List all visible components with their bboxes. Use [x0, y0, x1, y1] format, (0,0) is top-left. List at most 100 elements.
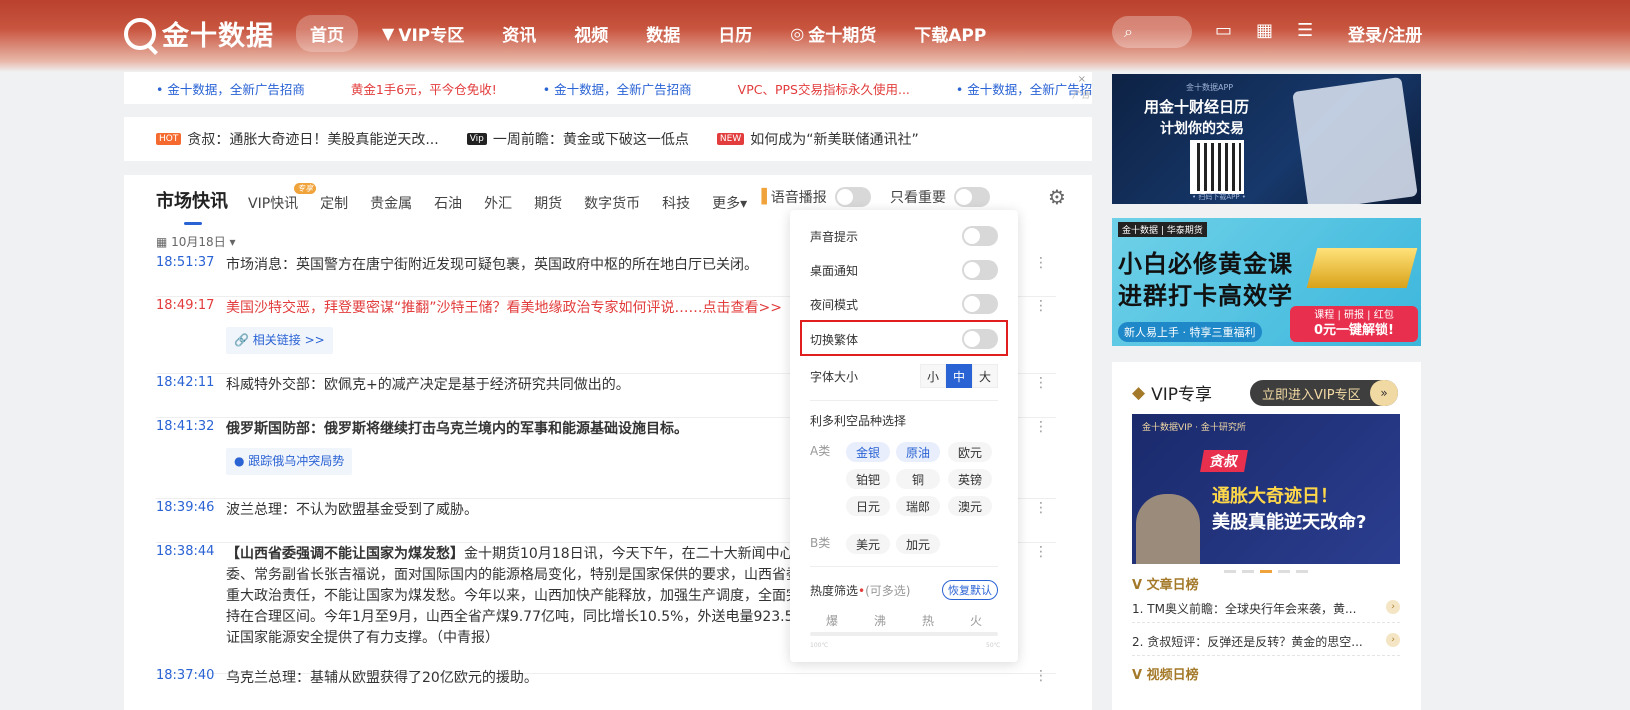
night-toggle[interactable]: [962, 294, 998, 314]
setting-label: 字体大小: [810, 369, 859, 384]
vip-icon: V: [1132, 578, 1147, 593]
tab-precious-metals[interactable]: 贵金属: [370, 193, 412, 213]
hot-badge: HOT: [156, 133, 182, 145]
nav-download[interactable]: 下载APP: [900, 15, 1000, 52]
more-icon[interactable]: ⋮: [1034, 500, 1048, 516]
carousel-dot[interactable]: [1242, 570, 1254, 573]
more-icon[interactable]: ⋮: [1034, 375, 1048, 391]
nav-calendar[interactable]: 日历: [704, 15, 766, 52]
pill-copper[interactable]: 铜: [896, 469, 940, 489]
gold-course-ad[interactable]: 金十数据 | 华泰期货 小白必修黄金课 进群打卡高效学 新人易上手 · 特享三重…: [1112, 218, 1421, 346]
headline-item[interactable]: HOT 贪叔：通胀大奇迹日！美股真能逆天改...: [156, 129, 439, 149]
tab-custom[interactable]: 定制: [320, 193, 348, 213]
size-medium-button[interactable]: 中: [946, 364, 972, 388]
article-rank-item[interactable]: 2. 贪叔短评：反弹还是反转？黄金的思空... ›: [1132, 633, 1400, 650]
ad-link[interactable]: • 金十数据，全新广告招商: [156, 79, 305, 98]
ad-link[interactable]: VPC、PPS交易指标永久使用...: [738, 79, 910, 98]
related-link-chip[interactable]: 🔗 相关链接 >>: [226, 327, 333, 354]
sound-toggle[interactable]: [962, 226, 998, 246]
nav-futures[interactable]: ◎ 金十期货: [776, 15, 890, 52]
tab-more[interactable]: 更多▾: [712, 193, 747, 213]
tab-oil[interactable]: 石油: [434, 193, 462, 213]
tab-crypto[interactable]: 数字货币: [584, 193, 640, 213]
pill-euro[interactable]: 欧元: [948, 442, 992, 462]
pill-platinum[interactable]: 铂钯: [846, 469, 890, 489]
reset-button[interactable]: 恢复默认: [942, 580, 998, 600]
pill-pound[interactable]: 英镑: [948, 469, 992, 489]
nav-news[interactable]: 资讯: [488, 15, 550, 52]
heat-level-fire[interactable]: 火: [970, 612, 982, 629]
pill-yen[interactable]: 日元: [846, 496, 890, 516]
news-time: 18:49:17: [156, 298, 215, 313]
nav-video[interactable]: 视频: [560, 15, 622, 52]
carousel-dot[interactable]: [1224, 570, 1236, 573]
date-selector[interactable]: ▦ 10月18日 ▾: [156, 233, 236, 250]
list-icon[interactable]: ☰: [1297, 20, 1313, 41]
logo-text: 金十数据: [162, 21, 274, 52]
new-badge: NEW: [716, 133, 745, 145]
carousel-dot[interactable]: [1278, 570, 1290, 573]
divider: [1132, 655, 1400, 656]
heat-level-hot[interactable]: 热: [922, 612, 934, 629]
traditional-setting: 切换繁体: [810, 329, 998, 349]
category-tabs: 市场快讯 VIP快讯 专享 定制 贵金属 石油 外汇 期货 数字货币 科技 更多▾: [156, 183, 769, 225]
carousel-dots: [1224, 570, 1308, 573]
article-rank-item[interactable]: 1. TM奥义前瞻：全球央行年会来袭，黄... ›: [1132, 600, 1400, 617]
tab-futures[interactable]: 期货: [534, 193, 562, 213]
enter-vip-button[interactable]: 立即进入VIP专区 »: [1250, 380, 1398, 406]
tv-icon[interactable]: ▭: [1215, 20, 1232, 41]
pill-usd[interactable]: 美元: [846, 534, 890, 554]
more-icon[interactable]: ⋮: [1034, 668, 1048, 684]
headline-item[interactable]: Vip 一周前瞻：黄金或下破这一低点: [466, 129, 689, 149]
video-rank-label: 视频日榜: [1146, 668, 1199, 683]
tab-forex[interactable]: 外汇: [484, 193, 512, 213]
headline-item[interactable]: NEW 如何成为“新美联储通讯社”: [716, 129, 919, 149]
traditional-toggle[interactable]: [962, 329, 998, 349]
more-icon[interactable]: ⋮: [1034, 255, 1048, 271]
banner-author: 贪叔: [1200, 450, 1248, 472]
ad-small-text: 金十数据APP: [1186, 83, 1234, 92]
nav-home[interactable]: 首页: [296, 15, 358, 52]
heat-level-boom[interactable]: 爆: [826, 612, 838, 629]
size-small-button[interactable]: 小: [920, 364, 946, 388]
tab-tech[interactable]: 科技: [662, 193, 690, 213]
grid-icon[interactable]: ▦: [1256, 20, 1273, 41]
pill-franc[interactable]: 瑞郎: [896, 496, 940, 516]
close-icon[interactable]: ×: [1078, 74, 1086, 85]
banner-tag: 金十数据VIP · 金十研究所: [1142, 423, 1246, 433]
pill-crude-oil[interactable]: 原油: [896, 442, 940, 462]
ad-link[interactable]: • 金十数据，全新广告招商: [543, 79, 692, 98]
logo[interactable]: 金十数据: [124, 14, 274, 53]
heat-level-boil[interactable]: 沸: [874, 612, 886, 629]
ad-link[interactable]: 黄金1手6元，平今仓免收!: [351, 79, 497, 98]
more-icon[interactable]: ⋮: [1034, 544, 1048, 560]
vip-banner[interactable]: 金十数据VIP · 金十研究所 贪叔 通胀大奇迹日！ 美股真能逆天改命?: [1132, 414, 1400, 564]
pill-cad[interactable]: 加元: [896, 534, 940, 554]
nav-vip[interactable]: ▼ VIP专区: [368, 15, 478, 52]
login-link[interactable]: 登录/注册: [1348, 21, 1422, 46]
news-time: 18:39:46: [156, 500, 215, 515]
carousel-dot[interactable]: [1296, 570, 1308, 573]
important-toggle[interactable]: [954, 187, 990, 207]
category-b-label: B类: [810, 536, 831, 550]
more-icon[interactable]: ⋮: [1034, 298, 1048, 314]
app-download-ad[interactable]: 金十数据APP 用金十财经日历 计划你的交易 • 扫码下载APP •: [1112, 74, 1421, 204]
news-time: 18:51:37: [156, 255, 215, 270]
carousel-dot[interactable]: [1260, 570, 1272, 573]
gear-icon[interactable]: ⚙: [1048, 185, 1066, 209]
voice-toggle[interactable]: [834, 187, 871, 207]
enter-vip-label: 立即进入VIP专区: [1262, 387, 1361, 403]
desktop-toggle[interactable]: [962, 260, 998, 280]
search-box[interactable]: ⌕: [1112, 16, 1192, 48]
pill-gold-silver[interactable]: 金银: [846, 442, 890, 462]
topic-chip[interactable]: ● 跟踪俄乌冲突局势: [226, 448, 353, 475]
more-icon[interactable]: ⋮: [1034, 419, 1048, 435]
tab-vip-flash[interactable]: VIP快讯 专享: [248, 183, 317, 213]
news-time: 18:41:32: [156, 419, 215, 434]
tab-market-flash[interactable]: 市场快讯: [156, 187, 228, 225]
pill-aud[interactable]: 澳元: [948, 496, 992, 516]
nav-data[interactable]: 数据: [632, 15, 694, 52]
heat-slider[interactable]: [810, 632, 998, 636]
news-item[interactable]: 18:37:40 乌克兰总理：基辅从欧盟获得了20亿欧元的援助。 ⋮: [156, 668, 1056, 710]
size-large-button[interactable]: 大: [972, 364, 998, 388]
